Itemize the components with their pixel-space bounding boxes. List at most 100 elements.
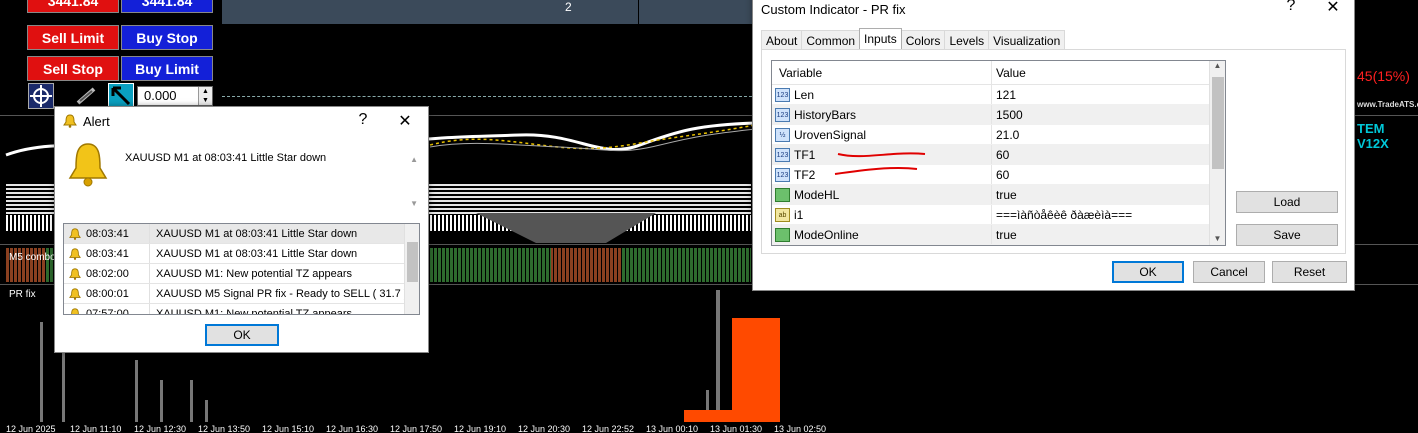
- variable-name: TF1: [794, 147, 816, 162]
- alert-text: XAUUSD M1 at 08:03:41 Little Star down: [156, 227, 358, 240]
- time-axis-label: 12 Jun 12:30: [134, 424, 187, 433]
- volume-input[interactable]: 0.000 ▲ ▼: [137, 86, 213, 106]
- time-axis-label: 12 Jun 13:50: [198, 424, 251, 433]
- right-percent-label: 45(15%): [1357, 68, 1410, 84]
- help-button[interactable]: ?: [353, 111, 373, 129]
- histogram-bar: [205, 400, 208, 422]
- reset-button[interactable]: Reset: [1272, 261, 1347, 283]
- ok-button[interactable]: OK: [205, 324, 279, 346]
- tab-inputs[interactable]: Inputs: [859, 28, 902, 50]
- alert-list-scrollbar[interactable]: [404, 224, 419, 314]
- variable-name: i1: [794, 207, 804, 222]
- price-level-line: [222, 96, 752, 97]
- variable-name: HistoryBars: [794, 107, 857, 122]
- right-indicator-label: TEM V12X: [1357, 121, 1389, 151]
- alert-text: XAUUSD M1: New potential TZ appears: [156, 307, 353, 315]
- alert-history-list[interactable]: 08:03:41 XAUUSD M1 at 08:03:41 Little Sta…: [63, 223, 420, 315]
- double-type-icon: ½: [775, 128, 790, 142]
- buy-price-button[interactable]: 3441.84: [121, 0, 213, 13]
- save-button[interactable]: Save: [1236, 224, 1338, 246]
- help-button[interactable]: ?: [1281, 0, 1301, 15]
- alert-time: 08:03:41: [86, 227, 129, 240]
- integer-type-icon: 123: [775, 88, 790, 102]
- sell-signal-bar: [684, 410, 732, 422]
- input-row[interactable]: ab i1 ===ìàñòåêèê ðàæèìà===: [772, 205, 1225, 225]
- input-row[interactable]: ModeOnline true: [772, 225, 1225, 245]
- cancel-button[interactable]: Cancel: [1193, 261, 1265, 283]
- input-row[interactable]: 123 Len 121: [772, 85, 1225, 105]
- bool-type-icon: [775, 228, 790, 242]
- variable-column-header: Variable: [772, 61, 992, 84]
- custom-indicator-dialog: Custom Indicator - PR fix ? ✕ About Commo…: [752, 0, 1355, 291]
- close-button[interactable]: ✕: [395, 111, 415, 131]
- value-cell[interactable]: true: [992, 185, 1017, 204]
- time-axis-label: 12 Jun 20:30: [518, 424, 571, 433]
- variable-name: UrovenSignal: [794, 127, 867, 142]
- alert-row[interactable]: 08:02:00 XAUUSD M1: New potential TZ appe…: [64, 264, 419, 284]
- tab-common[interactable]: Common: [801, 30, 861, 50]
- histogram-bar: [40, 322, 43, 422]
- string-type-icon: ab: [775, 208, 790, 222]
- tab-colors[interactable]: Colors: [900, 30, 946, 50]
- grid-header: Variable Value: [772, 61, 1225, 85]
- scroll-up-icon[interactable]: ▲: [410, 155, 418, 164]
- alert-time-cell: 08:02:00: [64, 264, 150, 283]
- integer-type-icon: 123: [775, 108, 790, 122]
- scroll-down-icon[interactable]: ▼: [1210, 234, 1225, 243]
- ok-button[interactable]: OK: [1112, 261, 1184, 283]
- crosshair-icon[interactable]: [28, 83, 54, 109]
- buy-limit-button[interactable]: Buy Limit: [121, 56, 213, 81]
- alert-row[interactable]: 08:00:01 XAUUSD M5 Signal PR fix - Ready …: [64, 284, 419, 304]
- variable-cell: 123 HistoryBars: [772, 105, 992, 124]
- value-cell[interactable]: 21.0: [992, 125, 1019, 144]
- variable-cell: ½ UrovenSignal: [772, 125, 992, 144]
- sell-limit-button[interactable]: Sell Limit: [27, 25, 119, 50]
- right-url-label: www.TradeATS.com: [1357, 100, 1418, 109]
- indicator-title: Custom Indicator - PR fix: [761, 1, 906, 17]
- bell-icon: [63, 114, 77, 128]
- value-cell[interactable]: 60: [992, 165, 1009, 184]
- tab-about[interactable]: About: [761, 30, 803, 50]
- alert-row[interactable]: 08:03:41 XAUUSD M1 at 08:03:41 Little Sta…: [64, 224, 419, 244]
- time-axis-label: 13 Jun 02:50: [774, 424, 827, 433]
- input-row[interactable]: ModeHL true: [772, 185, 1225, 205]
- grid-scrollbar[interactable]: ▲ ▼: [1209, 61, 1225, 245]
- time-axis-label: 12 Jun 2025: [6, 424, 56, 433]
- time-axis-label: 12 Jun 22:52: [582, 424, 635, 433]
- alert-row[interactable]: 07:57:00 XAUUSD M1: New potential TZ appe…: [64, 304, 419, 315]
- value-cell[interactable]: ===ìàñòåêèê ðàæèìà===: [992, 205, 1132, 224]
- bell-icon: [69, 228, 81, 240]
- close-button[interactable]: ✕: [1323, 0, 1343, 17]
- tab-visualization[interactable]: Visualization: [988, 30, 1066, 50]
- scroll-thumb[interactable]: [1212, 77, 1224, 169]
- scroll-down-icon[interactable]: ▼: [410, 199, 418, 208]
- load-button[interactable]: Load: [1236, 191, 1338, 213]
- volume-value: 0.000: [144, 88, 177, 103]
- buy-price-label: 3441.84: [141, 0, 193, 9]
- variable-name: TF2: [794, 167, 816, 182]
- value-cell[interactable]: 1500: [992, 105, 1023, 124]
- alert-text: XAUUSD M5 Signal PR fix - Ready to SELL …: [156, 287, 408, 300]
- alert-time-cell: 07:57:00: [64, 304, 150, 314]
- prfix-label: PR fix: [9, 289, 36, 300]
- sell-stop-button[interactable]: Sell Stop: [27, 56, 119, 81]
- buy-stop-button[interactable]: Buy Stop: [121, 25, 213, 50]
- m5-combo-label: M5 combo: [9, 252, 56, 263]
- value-cell[interactable]: 60: [992, 145, 1009, 164]
- variable-cell: ab i1: [772, 205, 992, 224]
- alert-time: 08:02:00: [86, 267, 129, 280]
- scroll-up-icon[interactable]: ▲: [1210, 61, 1225, 70]
- time-axis-label: 12 Jun 16:30: [326, 424, 379, 433]
- volume-spinner[interactable]: ▲ ▼: [198, 87, 212, 105]
- input-row[interactable]: ½ UrovenSignal 21.0: [772, 125, 1225, 145]
- integer-type-icon: 123: [775, 168, 790, 182]
- histogram-bar: [190, 380, 193, 422]
- value-cell[interactable]: 121: [992, 85, 1016, 104]
- value-cell[interactable]: true: [992, 225, 1017, 244]
- sell-price-button[interactable]: 3441.84: [27, 0, 119, 13]
- variable-cell: ModeHL: [772, 185, 992, 204]
- alert-time-cell: 08:03:41: [64, 224, 150, 243]
- alert-row[interactable]: 08:03:41 XAUUSD M1 at 08:03:41 Little Sta…: [64, 244, 419, 264]
- tab-levels[interactable]: Levels: [944, 30, 990, 50]
- input-row[interactable]: 123 HistoryBars 1500: [772, 105, 1225, 125]
